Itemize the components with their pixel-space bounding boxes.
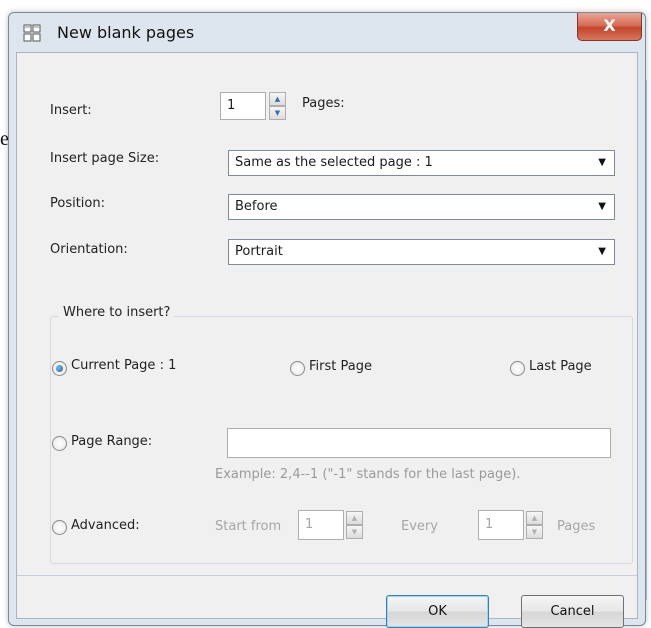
current-page-radio[interactable]	[52, 361, 67, 376]
chevron-down-icon: ▼	[598, 246, 606, 257]
chevron-down-icon: ▼	[598, 157, 606, 168]
pages-suffix-label: Pages:	[302, 96, 345, 111]
spin-down-icon[interactable]: ▼	[346, 525, 363, 539]
insert-count-stepper[interactable]: ▲ ▼	[269, 92, 286, 120]
page-range-input[interactable]	[227, 428, 611, 458]
close-button[interactable]: X	[577, 13, 642, 41]
page-size-dropdown[interactable]: Same as the selected page : 1 ▼	[228, 150, 615, 176]
position-label: Position:	[50, 196, 105, 211]
last-page-label[interactable]: Last Page	[529, 359, 592, 374]
every-pages-label: Pages	[557, 519, 596, 534]
insert-label: Insert:	[50, 103, 92, 118]
title-bar[interactable]: New blank pages X	[9, 13, 645, 53]
start-from-label: Start from	[215, 519, 282, 534]
start-from-input[interactable]: 1	[298, 510, 344, 540]
spin-up-icon[interactable]: ▲	[526, 511, 543, 525]
insert-count-input[interactable]: 1	[220, 92, 266, 120]
first-page-radio[interactable]	[290, 361, 305, 376]
advanced-label[interactable]: Advanced:	[71, 518, 140, 533]
orientation-value: Portrait	[235, 244, 283, 259]
ok-button[interactable]: OK	[386, 595, 489, 628]
chevron-down-icon: ▼	[598, 201, 606, 212]
orientation-dropdown[interactable]: Portrait ▼	[228, 239, 615, 265]
current-page-label[interactable]: Current Page : 1	[71, 358, 176, 373]
start-from-stepper[interactable]: ▲ ▼	[346, 511, 363, 539]
page-range-radio[interactable]	[52, 436, 67, 451]
spin-down-icon[interactable]: ▼	[269, 106, 286, 120]
dialog-window: New blank pages X Insert: 1 ▲ ▼ Pages: I…	[8, 12, 646, 628]
advanced-radio[interactable]	[52, 520, 67, 535]
window-title: New blank pages	[57, 23, 195, 42]
cancel-button[interactable]: Cancel	[521, 595, 624, 628]
page-range-hint: Example: 2,4--1 ("-1" stands for the las…	[215, 467, 521, 482]
close-icon: X	[603, 16, 616, 35]
page-size-value: Same as the selected page : 1	[235, 155, 433, 170]
page-range-label[interactable]: Page Range:	[71, 434, 152, 449]
every-stepper[interactable]: ▲ ▼	[526, 511, 543, 539]
footer-separator	[17, 575, 637, 576]
dialog-body: Insert: 1 ▲ ▼ Pages: Insert page Size: S…	[16, 52, 638, 628]
every-label: Every	[401, 519, 438, 534]
orientation-label: Orientation:	[50, 242, 128, 257]
spin-up-icon[interactable]: ▲	[269, 92, 286, 106]
page-size-label: Insert page Size:	[50, 151, 160, 166]
pages-icon	[23, 24, 41, 42]
last-page-radio[interactable]	[510, 361, 525, 376]
spin-up-icon[interactable]: ▲	[346, 511, 363, 525]
first-page-label[interactable]: First Page	[309, 359, 372, 374]
where-to-insert-legend: Where to insert?	[59, 305, 175, 320]
spin-down-icon[interactable]: ▼	[526, 525, 543, 539]
position-dropdown[interactable]: Before ▼	[228, 194, 615, 220]
every-input[interactable]: 1	[478, 510, 524, 540]
position-value: Before	[235, 199, 278, 214]
